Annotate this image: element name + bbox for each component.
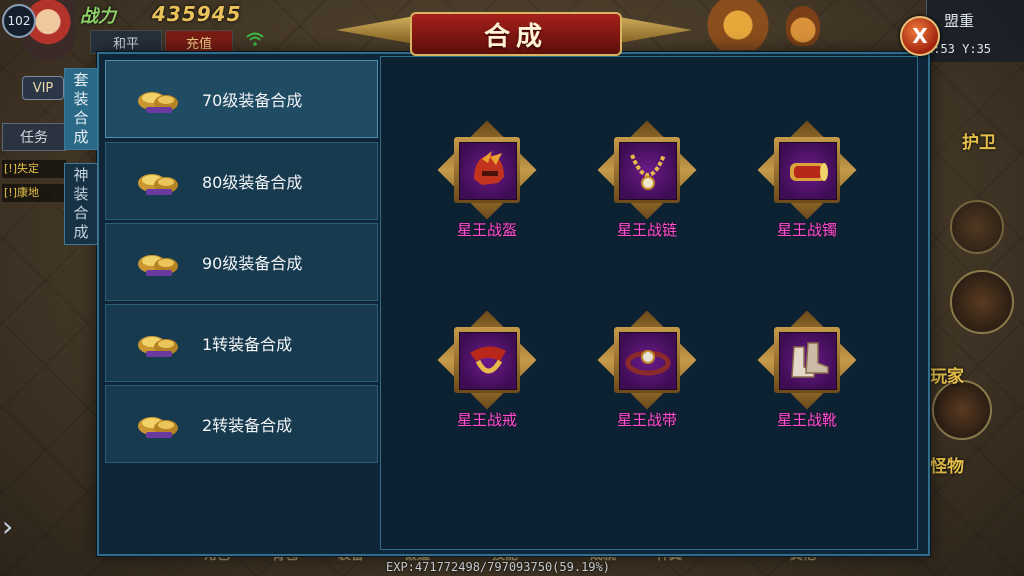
item-slot-boots[interactable]: 星王战靴 [752,310,862,439]
power-value: 435945 [152,2,242,26]
monster-button[interactable]: 怪物 [930,452,964,477]
item-frame [597,310,697,410]
ring-icon [470,346,506,374]
category-item-rebirth-1[interactable]: 1转装备合成 [105,304,378,382]
item-frame [597,120,697,220]
quest-line[interactable]: [!]康地 [2,184,66,202]
dialog-title-banner: 合成 [336,6,692,56]
item-frame [757,120,857,220]
player-button[interactable]: 玩家 [930,362,964,387]
item-slot-helmet[interactable]: 星王战盔 [432,120,542,249]
gold-ingot-icon [138,255,178,276]
category-list: 70级装备合成 80级装备合成 90级装备合成 1转装备合成 2转装备合成 [105,58,378,468]
item-name: 星王战盔 [456,221,517,239]
item-slot-bracelet[interactable]: 星王战镯 [752,120,862,249]
map-name: 盟重 [944,12,975,30]
item-name: 星王战戒 [456,411,517,429]
treasure-chest-icon[interactable] [706,0,786,50]
task-tab[interactable]: 任务 [2,123,66,151]
item-frame [757,310,857,410]
category-label: 90级装备合成 [202,254,303,273]
item-name: 星王战镯 [776,221,837,239]
vip-badge[interactable]: VIP [22,76,64,100]
belt-icon [625,350,671,376]
item-name: 星王战带 [616,411,677,429]
tab-divine-synthesis[interactable]: 神装合成 [64,163,98,245]
skill-slot[interactable] [950,200,1004,254]
dialog-title: 合成 [483,21,548,52]
category-item-90[interactable]: 90级装备合成 [105,223,378,301]
recharge-button[interactable]: 充值 [165,30,233,54]
guard-button[interactable]: 护卫 [962,128,996,153]
gold-ingot-icon [138,174,178,195]
close-button[interactable]: X [900,16,940,56]
helmet-icon [474,151,504,185]
item-name: 星王战链 [616,221,677,239]
exp-readout: EXP:471772498/797093750(59.19%) [386,560,610,574]
gold-ingot-icon [138,92,178,113]
item-name: 星王战靴 [776,411,837,429]
skill-slot[interactable] [932,380,992,440]
boots-icon [791,342,829,378]
item-slot-belt[interactable]: 星王战带 [592,310,702,439]
peace-mode-button[interactable]: 和平 [90,30,162,54]
category-label: 70级装备合成 [202,91,303,110]
category-label: 1转装备合成 [202,335,293,354]
gift-bag-icon[interactable] [786,6,820,46]
item-frame [437,310,537,410]
gold-ingot-icon [138,417,178,438]
wifi-icon [246,32,264,46]
necklace-icon [630,154,666,190]
level-badge: 102 [2,4,36,38]
category-item-rebirth-2[interactable]: 2转装备合成 [105,385,378,463]
item-slot-ring[interactable]: 星王战戒 [432,310,542,439]
category-item-80[interactable]: 80级装备合成 [105,142,378,220]
tab-label: 神装合成 [73,166,89,241]
category-label: 80级装备合成 [202,173,303,192]
title-plate: 合成 [410,12,622,56]
item-frame [437,120,537,220]
skill-slot[interactable] [950,270,1014,334]
bracelet-icon [790,163,828,181]
quest-line[interactable]: [!]失定 [2,160,66,178]
item-grid-panel: 星王战盔 星王战链 星王战镯 星王战戒 星王战带 星王战靴 [380,56,918,550]
gold-ingot-icon [138,336,178,357]
expand-arrow-icon[interactable]: › [2,510,13,543]
category-label: 2转装备合成 [202,416,293,435]
tab-label: 套装合成 [73,71,89,146]
item-slot-necklace[interactable]: 星王战链 [592,120,702,249]
power-label: 战力 [80,6,116,27]
category-item-70[interactable]: 70级装备合成 [105,60,378,138]
tab-set-synthesis[interactable]: 套装合成 [64,68,98,150]
close-icon: X [912,24,928,48]
